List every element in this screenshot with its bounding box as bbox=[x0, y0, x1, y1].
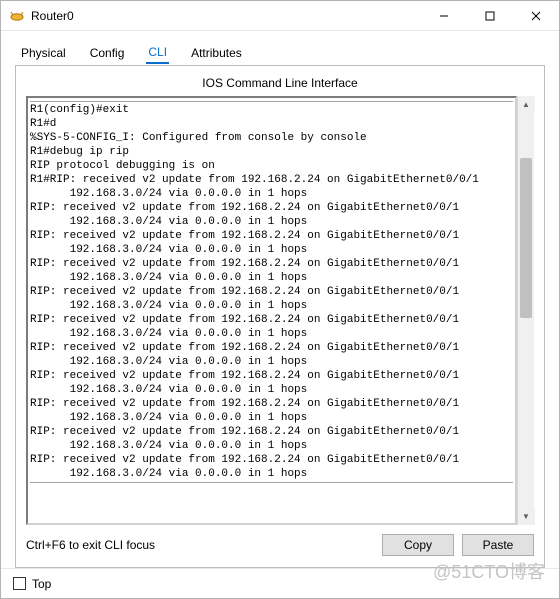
terminal-line: R1#RIP: received v2 update from 192.168.… bbox=[30, 173, 515, 187]
terminal-line: RIP: received v2 update from 192.168.2.2… bbox=[30, 369, 515, 383]
terminal-line: RIP: received v2 update from 192.168.2.2… bbox=[30, 313, 515, 327]
maximize-button[interactable] bbox=[467, 1, 513, 30]
tab-config[interactable]: Config bbox=[88, 43, 127, 63]
top-label: Top bbox=[32, 577, 51, 591]
bottom-bar: Top bbox=[1, 568, 559, 598]
terminal-line: RIP protocol debugging is on bbox=[30, 159, 515, 173]
terminal-line: 192.168.3.0/24 via 0.0.0.0 in 1 hops bbox=[30, 327, 515, 341]
terminal-line: RIP: received v2 update from 192.168.2.2… bbox=[30, 453, 515, 467]
paste-button[interactable]: Paste bbox=[462, 534, 534, 556]
terminal-line: 192.168.3.0/24 via 0.0.0.0 in 1 hops bbox=[30, 215, 515, 229]
terminal-line: RIP: received v2 update from 192.168.2.2… bbox=[30, 285, 515, 299]
terminal-line: R1(config)#exit bbox=[30, 103, 515, 117]
titlebar: Router0 bbox=[1, 1, 559, 31]
terminal-line: 192.168.3.0/24 via 0.0.0.0 in 1 hops bbox=[30, 355, 515, 369]
scrollbar-track[interactable] bbox=[518, 113, 534, 508]
app-window: Router0 Physical Config CLI Attributes I… bbox=[0, 0, 560, 599]
button-group: Copy Paste bbox=[382, 534, 534, 556]
action-row: Ctrl+F6 to exit CLI focus Copy Paste bbox=[26, 525, 534, 559]
panel-title: IOS Command Line Interface bbox=[26, 76, 534, 90]
tab-bar: Physical Config CLI Attributes bbox=[15, 41, 545, 65]
cli-output[interactable]: R1(config)#exitR1#d%SYS-5-CONFIG_I: Conf… bbox=[26, 96, 517, 525]
scroll-up-icon[interactable]: ▲ bbox=[518, 96, 535, 113]
terminal-line: 192.168.3.0/24 via 0.0.0.0 in 1 hops bbox=[30, 383, 515, 397]
terminal-line: 192.168.3.0/24 via 0.0.0.0 in 1 hops bbox=[30, 411, 515, 425]
window-controls bbox=[421, 1, 559, 30]
terminal-line: RIP: received v2 update from 192.168.2.2… bbox=[30, 201, 515, 215]
terminal-line: RIP: received v2 update from 192.168.2.2… bbox=[30, 425, 515, 439]
vertical-scrollbar[interactable]: ▲ ▼ bbox=[517, 96, 534, 525]
focus-hint: Ctrl+F6 to exit CLI focus bbox=[26, 538, 155, 552]
terminal-line: 192.168.3.0/24 via 0.0.0.0 in 1 hops bbox=[30, 299, 515, 313]
terminal-line: 192.168.3.0/24 via 0.0.0.0 in 1 hops bbox=[30, 271, 515, 285]
minimize-button[interactable] bbox=[421, 1, 467, 30]
cli-panel: IOS Command Line Interface R1(config)#ex… bbox=[15, 65, 545, 568]
terminal-line: 192.168.3.0/24 via 0.0.0.0 in 1 hops bbox=[30, 467, 515, 481]
scrollbar-thumb[interactable] bbox=[520, 158, 532, 318]
terminal-line: 192.168.3.0/24 via 0.0.0.0 in 1 hops bbox=[30, 243, 515, 257]
terminal-line: R1#d bbox=[30, 117, 515, 131]
terminal-line: %SYS-5-CONFIG_I: Configured from console… bbox=[30, 131, 515, 145]
terminal-line: RIP: received v2 update from 192.168.2.2… bbox=[30, 397, 515, 411]
terminal-line: R1#debug ip rip bbox=[30, 145, 515, 159]
terminal-line: 192.168.3.0/24 via 0.0.0.0 in 1 hops bbox=[30, 439, 515, 453]
top-checkbox[interactable] bbox=[13, 577, 26, 590]
terminal-line: RIP: received v2 update from 192.168.2.2… bbox=[30, 341, 515, 355]
window-title: Router0 bbox=[31, 9, 421, 23]
tab-attributes[interactable]: Attributes bbox=[189, 43, 244, 63]
close-button[interactable] bbox=[513, 1, 559, 30]
tab-physical[interactable]: Physical bbox=[19, 43, 68, 63]
terminal-container: R1(config)#exitR1#d%SYS-5-CONFIG_I: Conf… bbox=[26, 96, 534, 525]
terminal-line: 192.168.3.0/24 via 0.0.0.0 in 1 hops bbox=[30, 187, 515, 201]
router-icon bbox=[9, 8, 25, 24]
scroll-down-icon[interactable]: ▼ bbox=[518, 508, 535, 525]
content-area: Physical Config CLI Attributes IOS Comma… bbox=[1, 31, 559, 568]
copy-button[interactable]: Copy bbox=[382, 534, 454, 556]
tab-cli[interactable]: CLI bbox=[146, 42, 169, 64]
terminal-line: RIP: received v2 update from 192.168.2.2… bbox=[30, 257, 515, 271]
terminal-line: RIP: received v2 update from 192.168.2.2… bbox=[30, 229, 515, 243]
